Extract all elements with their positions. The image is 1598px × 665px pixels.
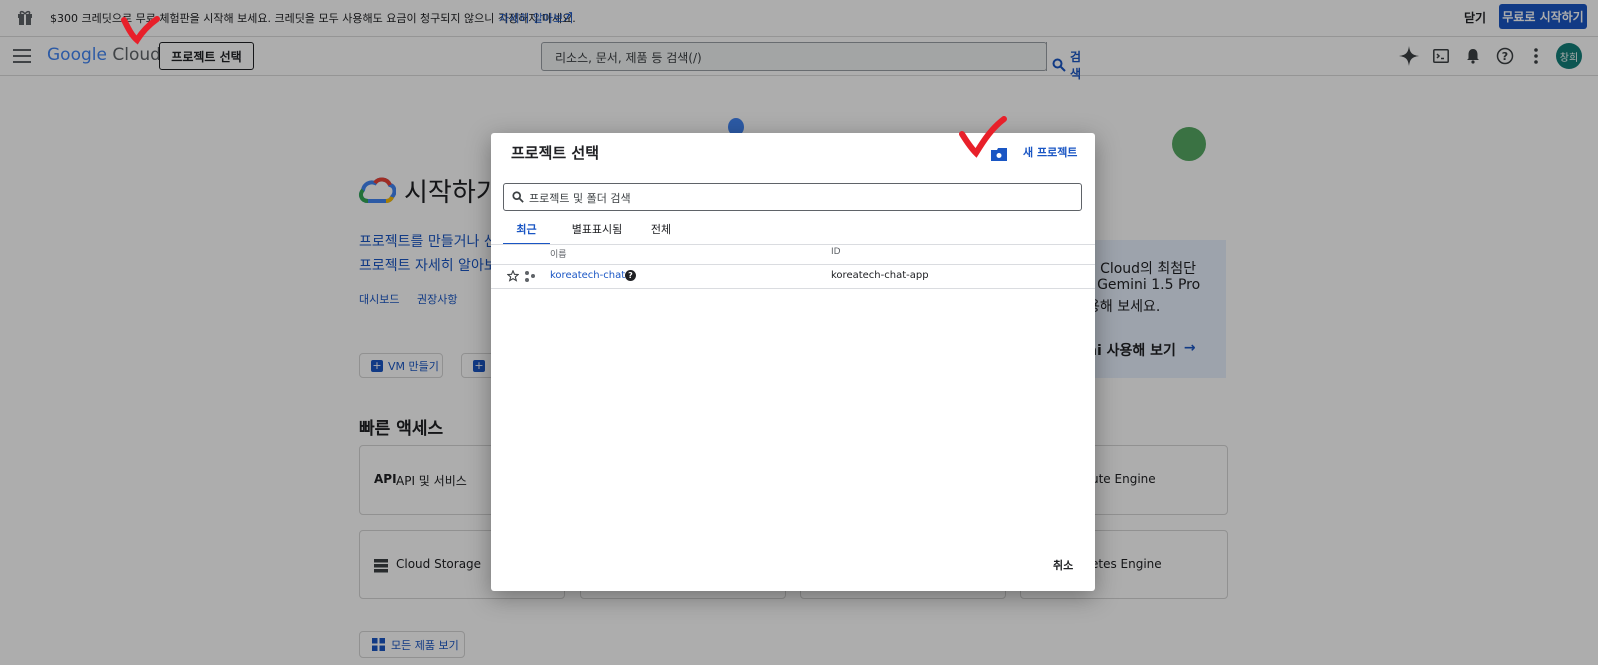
select-project-dialog: 프로젝트 선택 새 프로젝트 프로젝트 및 폴더 검색 최근 별표표시됨 전체 … <box>491 133 1095 591</box>
check-mark-annotation-icon <box>120 14 160 48</box>
star-icon[interactable] <box>507 270 519 282</box>
table-row[interactable]: koreatech-chat ? koreatech-chat-app <box>491 265 1095 289</box>
dialog-title: 프로젝트 선택 <box>511 144 600 162</box>
column-header-id: ID <box>831 247 841 257</box>
tab-starred[interactable]: 별표표시됨 <box>566 221 628 243</box>
help-circle-icon[interactable]: ? <box>625 270 636 281</box>
project-type-icon <box>524 270 536 282</box>
cancel-button[interactable]: 취소 <box>1053 557 1073 573</box>
project-search-field[interactable]: 프로젝트 및 폴더 검색 <box>503 183 1082 211</box>
column-header-name: 이름 <box>550 250 567 260</box>
check-mark-annotation-icon <box>958 116 1008 160</box>
tabs-divider <box>491 244 1095 245</box>
search-icon <box>512 191 524 203</box>
project-id-cell: koreatech-chat-app <box>831 270 929 281</box>
tab-recent[interactable]: 최근 <box>503 221 550 245</box>
new-project-button[interactable]: 새 프로젝트 <box>1023 144 1077 160</box>
project-name-link[interactable]: koreatech-chat <box>550 270 625 281</box>
project-search-input[interactable]: 프로젝트 및 폴더 검색 <box>529 190 631 206</box>
tab-all[interactable]: 전체 <box>644 221 678 243</box>
